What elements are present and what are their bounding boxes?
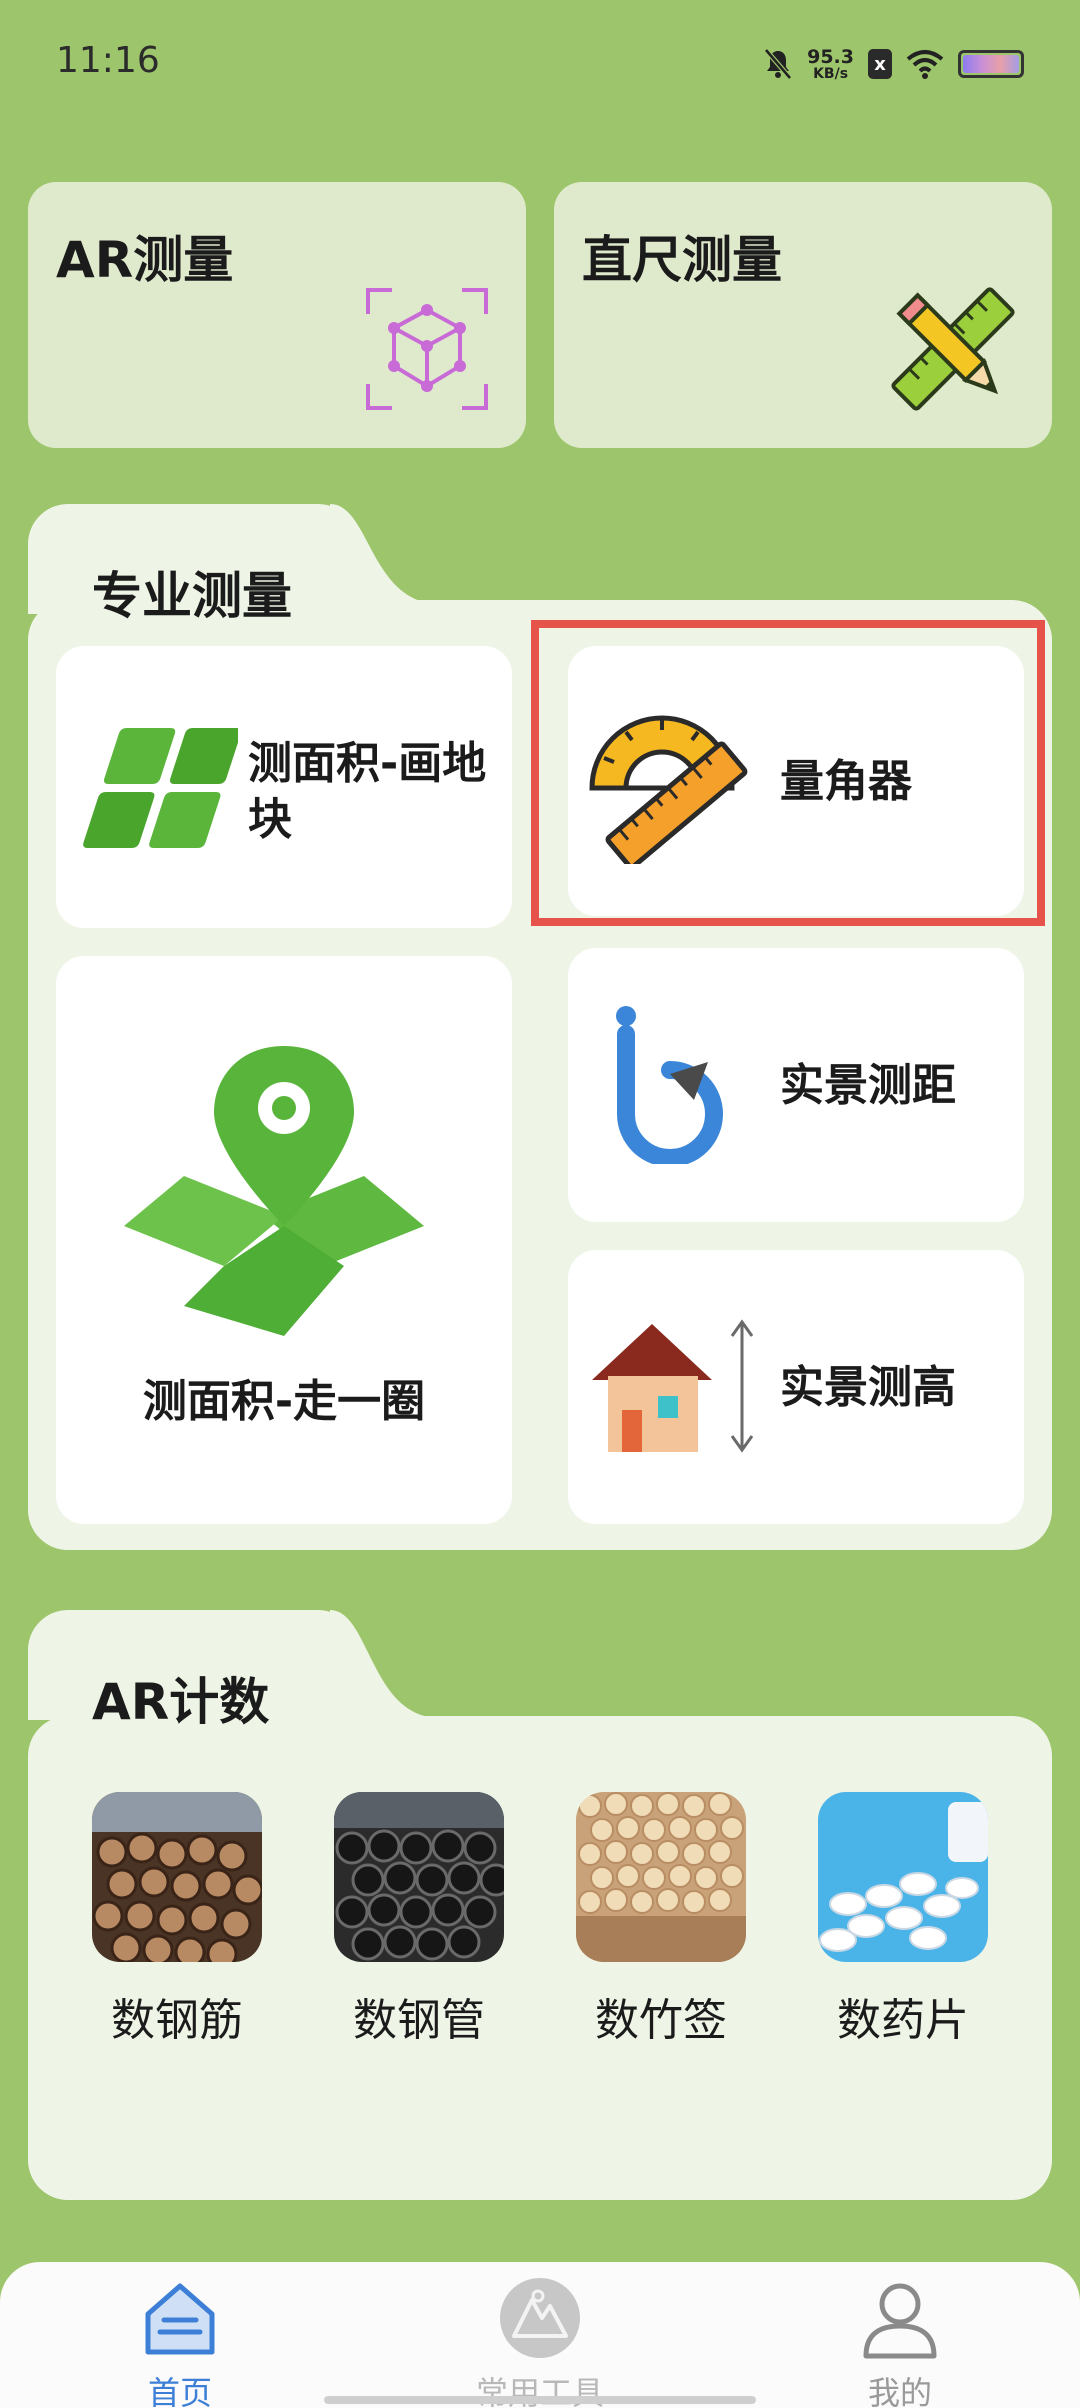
nav-tools[interactable]: 常用工具 bbox=[450, 2276, 630, 2408]
ar-count-tab-curve bbox=[330, 1610, 440, 1722]
count-steel-pipe-item[interactable]: 数钢管 bbox=[334, 1792, 504, 2048]
height-icon bbox=[592, 1319, 754, 1453]
area-walk-label: 测面积-走一圈 bbox=[142, 1376, 426, 1427]
battery-icon bbox=[958, 50, 1024, 78]
status-bar: 11:16 95.3 KB/s x bbox=[0, 0, 1080, 120]
ar-cube-icon bbox=[366, 288, 488, 410]
mute-bell-icon bbox=[764, 48, 793, 80]
distance-label: 实景测距 bbox=[780, 1060, 956, 1111]
ruler-measure-card[interactable]: 直尺测量 bbox=[554, 182, 1052, 448]
net-speed: 95.3 KB/s bbox=[807, 45, 854, 82]
walk-area-icon bbox=[124, 1046, 424, 1336]
ar-count-title: AR计数 bbox=[92, 1673, 270, 1731]
profile-icon bbox=[863, 2283, 937, 2359]
rebar-photo bbox=[92, 1792, 262, 1962]
nav-home[interactable]: 首页 bbox=[90, 2276, 270, 2408]
plot-area-icon bbox=[83, 728, 238, 848]
status-time: 11:16 bbox=[56, 40, 160, 81]
ruler-pencil-icon bbox=[891, 287, 1015, 411]
distance-tile[interactable]: 实景测距 bbox=[568, 948, 1024, 1222]
steel-pipe-photo bbox=[334, 1792, 504, 1962]
bottom-nav: 首页 常用工具 我的 bbox=[0, 2262, 1080, 2408]
pill-photo bbox=[818, 1792, 988, 1962]
pro-section-title: 专业测量 bbox=[92, 567, 292, 625]
count-steel-pipe-label: 数钢管 bbox=[353, 1995, 485, 2046]
count-pill-item[interactable]: 数药片 bbox=[818, 1792, 988, 2048]
home-indicator[interactable] bbox=[324, 2396, 756, 2404]
status-icons: 95.3 KB/s x bbox=[763, 42, 1024, 86]
count-rebar-label: 数钢筋 bbox=[111, 1995, 243, 2046]
height-label: 实景测高 bbox=[780, 1362, 956, 1413]
height-tile[interactable]: 实景测高 bbox=[568, 1250, 1024, 1524]
count-pill-label: 数药片 bbox=[837, 1995, 969, 2046]
count-bamboo-item[interactable]: 数竹签 bbox=[576, 1792, 746, 2048]
sim-status-icon: x bbox=[868, 49, 892, 79]
wifi-icon bbox=[906, 50, 944, 79]
distance-icon bbox=[616, 1006, 723, 1164]
tools-icon bbox=[500, 2278, 580, 2358]
area-draw-plot-label: 测面积-画地块 bbox=[248, 738, 487, 846]
count-bamboo-label: 数竹签 bbox=[595, 1995, 727, 2046]
pro-section-tab-curve bbox=[330, 504, 440, 608]
selection-highlight bbox=[531, 620, 1045, 926]
home-icon bbox=[145, 2283, 215, 2355]
nav-profile[interactable]: 我的 bbox=[810, 2276, 990, 2408]
area-draw-plot-tile[interactable]: 测面积-画地块 bbox=[56, 646, 512, 928]
ruler-measure-title: 直尺测量 bbox=[582, 231, 782, 289]
ar-measure-card[interactable]: AR测量 bbox=[28, 182, 526, 448]
count-rebar-item[interactable]: 数钢筋 bbox=[92, 1792, 262, 2048]
nav-profile-label: 我的 bbox=[867, 2374, 932, 2408]
ar-measure-title: AR测量 bbox=[56, 231, 234, 289]
bamboo-stick-photo bbox=[576, 1792, 746, 1962]
nav-home-label: 首页 bbox=[147, 2374, 212, 2408]
area-walk-tile[interactable]: 测面积-走一圈 bbox=[56, 956, 512, 1524]
